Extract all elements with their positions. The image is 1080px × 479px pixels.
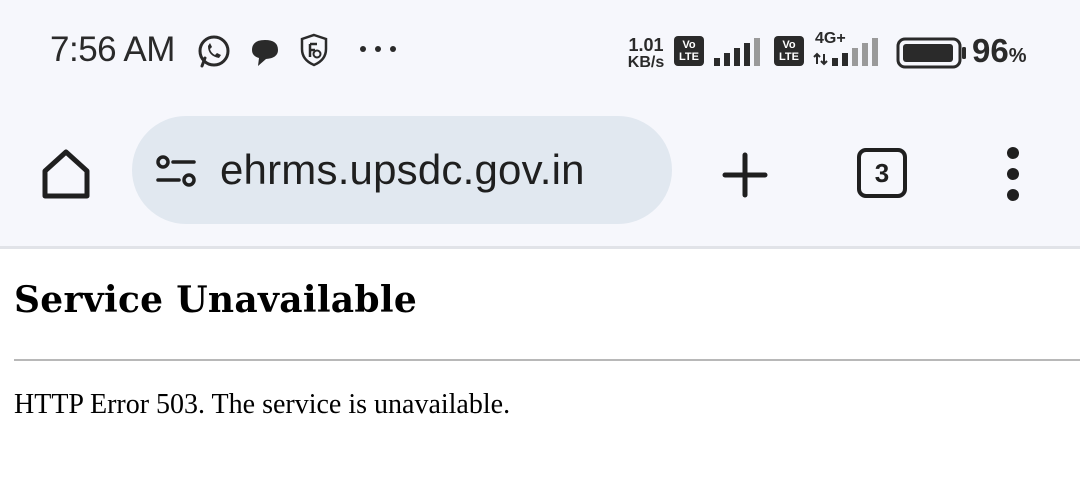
new-tab-button[interactable]: [718, 148, 772, 202]
url-text[interactable]: ehrms.upsdc.gov.in: [220, 146, 585, 194]
more-vert-icon[interactable]: [998, 145, 1028, 203]
more-notifications-icon: [360, 46, 396, 52]
chat-bubble-icon: [252, 40, 278, 66]
shield-icon: [300, 33, 328, 67]
tab-count: 3: [874, 157, 890, 188]
address-bar[interactable]: ehrms.upsdc.gov.in: [132, 116, 672, 224]
sim1-volte-badge: Vo LTE: [674, 36, 704, 66]
sim2-volte-badge: Vo LTE: [774, 36, 804, 66]
battery-unit: %: [1008, 45, 1027, 67]
whatsapp-icon: [198, 35, 230, 68]
battery-percentage: 96%: [972, 32, 1027, 70]
error-message: HTTP Error 503. The service is unavailab…: [14, 389, 511, 420]
home-button[interactable]: [36, 144, 96, 204]
plus-icon: [722, 152, 768, 198]
tab-switcher-button[interactable]: 3: [857, 148, 907, 198]
sim2-badge-top: Vo: [782, 39, 796, 51]
sim1-badge-top: Vo: [682, 39, 696, 51]
sim2-signal-icon: [813, 38, 878, 66]
network-speed: 1.01 KB/s: [622, 36, 670, 72]
site-settings-icon[interactable]: [154, 154, 198, 188]
battery-icon: [896, 37, 966, 69]
sim1-signal-icon: [714, 38, 760, 66]
sim2-badge-bottom: LTE: [779, 51, 799, 63]
browser-toolbar: ehrms.upsdc.gov.in 3: [0, 100, 1080, 248]
status-bar: 7:56 AM 1.01 KB/s Vo LTE Vo LTE 4G+ 96%: [0, 0, 1080, 100]
battery-value: 96: [972, 32, 1009, 69]
home-icon: [42, 149, 90, 199]
horizontal-rule: [14, 359, 1080, 361]
page-content: Service Unavailable HTTP Error 503. The …: [0, 249, 1080, 479]
page-title: Service Unavailable: [14, 279, 418, 321]
status-time: 7:56 AM: [50, 30, 175, 69]
network-speed-unit: KB/s: [627, 54, 665, 71]
network-speed-value: 1.01: [628, 35, 664, 55]
sim1-badge-bottom: LTE: [679, 51, 699, 63]
